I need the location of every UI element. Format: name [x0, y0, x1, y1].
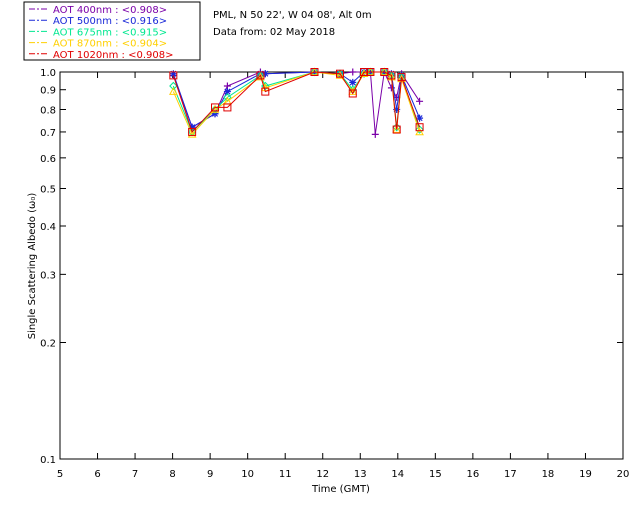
chart: AOT 400nm : <0.908>AOT 500nm : <0.916>AO… [23, 1, 630, 495]
legend-entry: AOT 870nm : <0.904> [53, 39, 167, 50]
y-tick-label: 0.1 [40, 455, 56, 466]
y-tick-label: 1.0 [40, 68, 56, 79]
x-tick-label: 14 [391, 469, 404, 480]
x-axis-label: Time (GMT) [311, 484, 370, 495]
x-tick-label: 15 [429, 469, 442, 480]
x-tick-label: 11 [279, 469, 292, 480]
y-tick-label: 0.9 [40, 86, 56, 97]
series-layer [169, 67, 424, 138]
x-tick-label: 16 [466, 469, 479, 480]
x-tick-label: 8 [169, 469, 175, 480]
legend-entry: AOT 400nm : <0.908> [53, 5, 167, 16]
x-tick-label: 13 [354, 469, 367, 480]
x-tick-label: 12 [316, 469, 329, 480]
y-axis-label: Single Scattering Albedo (ω₀) [27, 193, 38, 340]
data-point [349, 78, 357, 86]
y-tick-label: 0.4 [40, 222, 56, 233]
y-tick-label: 0.7 [40, 128, 56, 139]
y-tick-label: 0.8 [40, 106, 56, 117]
plot-area [59, 71, 624, 460]
series-2 [169, 67, 424, 137]
series-4 [169, 68, 424, 136]
x-tick-label: 6 [94, 469, 100, 480]
series-line [172, 70, 420, 135]
data-point [349, 68, 357, 76]
x-tick-label: 20 [617, 469, 630, 480]
y-tick-label: 0.3 [40, 270, 56, 281]
data-point [416, 97, 424, 105]
y-tick-label: 0.5 [40, 184, 56, 195]
x-tick-label: 10 [241, 469, 254, 480]
x-tick-label: 9 [207, 469, 213, 480]
x-tick-label: 7 [132, 469, 138, 480]
data-point [371, 130, 379, 138]
x-tick-label: 5 [57, 469, 63, 480]
y-axis: 1.0 0.9 0.8 0.7 0.6 0.5 0.4 0.3 0.2 0.1 [40, 68, 623, 466]
chart-title-date: Data from: 02 May 2018 [213, 27, 335, 38]
x-axis: 5 6 7 8 9 10 11 12 13 14 15 16 17 18 19 20 [57, 72, 630, 480]
legend: AOT 400nm : <0.908>AOT 500nm : <0.916>AO… [23, 1, 201, 61]
x-tick-label: 19 [579, 469, 592, 480]
y-tick-label: 0.2 [40, 339, 56, 350]
legend-entry: AOT 1020nm : <0.908> [53, 50, 173, 61]
legend-entry: AOT 500nm : <0.916> [53, 16, 167, 27]
x-tick-label: 18 [542, 469, 555, 480]
legend-entry: AOT 675nm : <0.915> [53, 27, 167, 38]
chart-title-location: PML, N 50 22', W 04 08', Alt 0m [213, 10, 372, 21]
x-tick-label: 17 [504, 469, 517, 480]
y-tick-label: 0.6 [40, 154, 56, 165]
